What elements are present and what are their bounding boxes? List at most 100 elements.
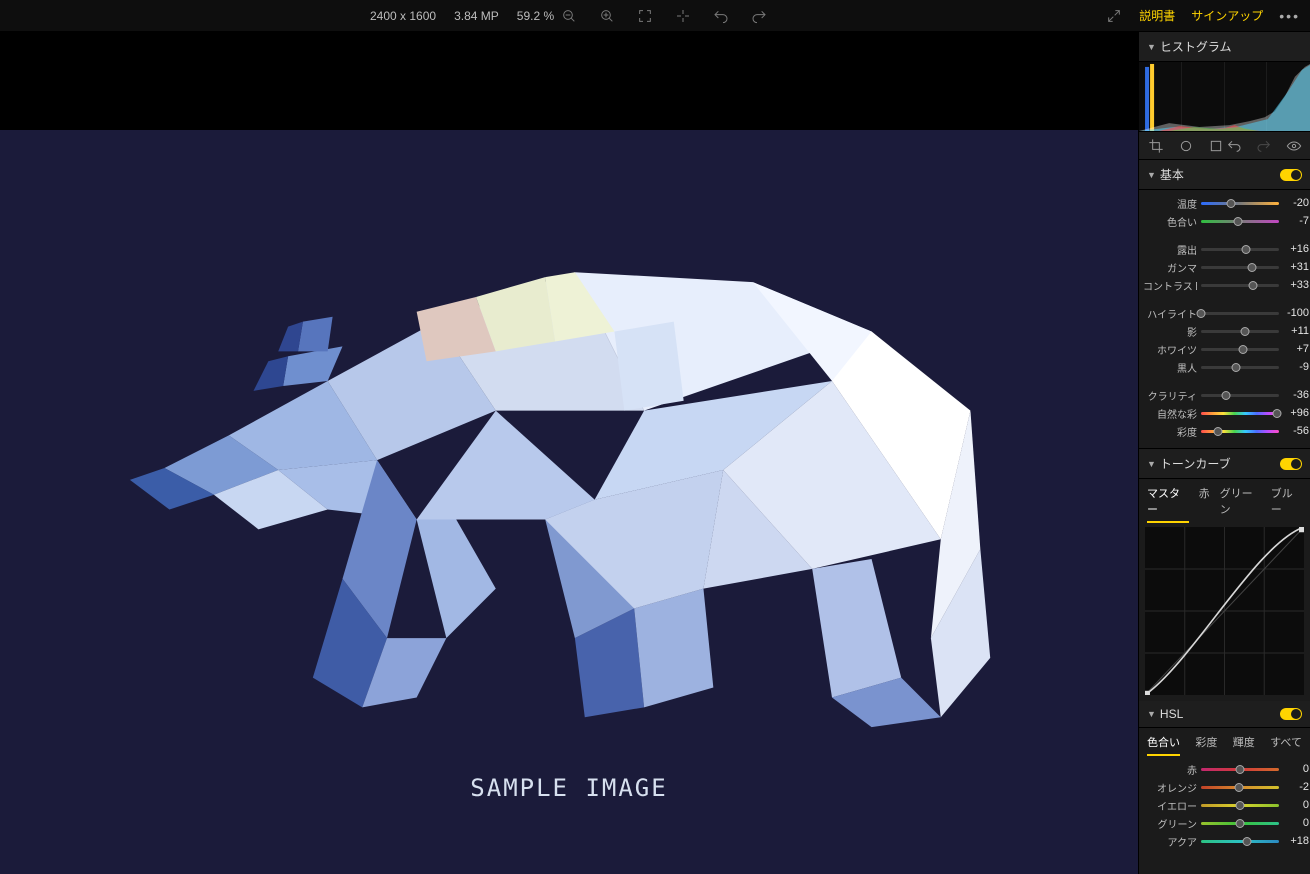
slider-track[interactable] xyxy=(1201,248,1279,251)
slider-knob[interactable] xyxy=(1236,819,1245,828)
slider-track[interactable] xyxy=(1201,266,1279,269)
slider-knob[interactable] xyxy=(1240,327,1249,336)
slider-knob[interactable] xyxy=(1273,409,1282,418)
slider-track[interactable] xyxy=(1201,348,1279,351)
canvas-top-spacer xyxy=(0,32,1138,130)
slider-knob[interactable] xyxy=(1232,363,1241,372)
canvas-image[interactable]: SAMPLE IMAGE xyxy=(0,130,1138,874)
top-toolbar: 2400 x 1600 3.84 MP 59.2 % 説明書 サインアップ ••… xyxy=(0,0,1310,32)
slider-track[interactable] xyxy=(1201,312,1279,315)
slider-track[interactable] xyxy=(1201,768,1279,771)
slider-value: -7 xyxy=(1283,215,1310,227)
canvas-area[interactable]: SAMPLE IMAGE xyxy=(0,32,1138,874)
more-menu-icon[interactable]: ••• xyxy=(1279,8,1300,24)
slider-track[interactable] xyxy=(1201,412,1279,415)
slider-green: グリーン0 xyxy=(1143,814,1302,832)
rect-mask-icon[interactable] xyxy=(1207,137,1225,155)
hsl-tab-lum[interactable]: 輝度 xyxy=(1233,734,1255,756)
slider-label: 黒人 xyxy=(1143,360,1197,375)
slider-label: クラリティ xyxy=(1143,388,1197,403)
tone-curve-header[interactable]: ▼ トーンカーブ xyxy=(1139,449,1310,479)
fit-screen-icon[interactable] xyxy=(636,7,654,25)
slider-track[interactable] xyxy=(1201,220,1279,223)
slider-knob[interactable] xyxy=(1235,783,1244,792)
tone-curve-toggle[interactable] xyxy=(1280,458,1302,470)
slider-highlight: ハイライト-100 xyxy=(1143,304,1302,322)
histogram-chart[interactable] xyxy=(1139,62,1310,132)
tab-green[interactable]: グリーン xyxy=(1220,485,1261,523)
hsl-tab-sat[interactable]: 彩度 xyxy=(1195,734,1217,756)
slider-gamma: ガンマ+31 xyxy=(1143,258,1302,276)
slider-label: 色合い xyxy=(1143,214,1197,229)
slider-knob[interactable] xyxy=(1248,263,1257,272)
tab-red[interactable]: 赤 xyxy=(1199,485,1210,523)
tab-master[interactable]: マスター xyxy=(1147,485,1189,523)
tone-curve-graph[interactable] xyxy=(1145,527,1304,695)
manual-link[interactable]: 説明書 xyxy=(1139,7,1175,24)
slider-label: グリーン xyxy=(1143,816,1197,831)
image-dimensions: 2400 x 1600 xyxy=(370,9,436,23)
undo-icon[interactable] xyxy=(712,7,730,25)
tab-blue[interactable]: ブルー xyxy=(1271,485,1302,523)
side-panel: ▼ ヒストグラム xyxy=(1138,32,1310,874)
slider-track[interactable] xyxy=(1201,822,1279,825)
crop-icon[interactable] xyxy=(1147,137,1165,155)
ellipse-mask-icon[interactable] xyxy=(1177,137,1195,155)
histogram-title: ヒストグラム xyxy=(1160,38,1232,55)
slider-label: コントラスト xyxy=(1143,278,1197,293)
hsl-toggle[interactable] xyxy=(1280,708,1302,720)
slider-aqua: アクア+18 xyxy=(1143,832,1302,850)
expand-icon[interactable] xyxy=(1105,7,1123,25)
slider-track[interactable] xyxy=(1201,394,1279,397)
redo-icon[interactable] xyxy=(750,7,768,25)
slider-track[interactable] xyxy=(1201,804,1279,807)
slider-whites: ホワイツ+7 xyxy=(1143,340,1302,358)
histogram-header[interactable]: ▼ ヒストグラム xyxy=(1139,32,1310,62)
slider-track[interactable] xyxy=(1201,366,1279,369)
hsl-tab-hue[interactable]: 色合い xyxy=(1147,734,1180,756)
slider-knob[interactable] xyxy=(1239,345,1248,354)
slider-knob[interactable] xyxy=(1233,217,1242,226)
zoom-out-icon[interactable] xyxy=(560,7,578,25)
slider-vibrance: 自然な彩+96 xyxy=(1143,404,1302,422)
slider-value: -100 xyxy=(1283,307,1310,319)
slider-value: -9 xyxy=(1283,361,1310,373)
slider-knob[interactable] xyxy=(1236,765,1245,774)
slider-track[interactable] xyxy=(1201,284,1279,287)
slider-track[interactable] xyxy=(1201,430,1279,433)
slider-value: 0 xyxy=(1283,763,1310,775)
zoom-in-icon[interactable] xyxy=(598,7,616,25)
slider-knob[interactable] xyxy=(1226,199,1235,208)
slider-knob[interactable] xyxy=(1214,427,1223,436)
toolbar-right: 説明書 サインアップ ••• xyxy=(1105,7,1300,25)
hsl-tab-all[interactable]: すべて xyxy=(1270,734,1302,756)
slider-label: オレンジ xyxy=(1143,780,1197,795)
slider-value: +31 xyxy=(1283,261,1310,273)
slider-knob[interactable] xyxy=(1243,837,1252,846)
signup-link[interactable]: サインアップ xyxy=(1191,7,1263,24)
undo-panel-icon[interactable] xyxy=(1225,137,1243,155)
preview-eye-icon[interactable] xyxy=(1285,137,1303,155)
slider-yellow: イエロー0 xyxy=(1143,796,1302,814)
slider-track[interactable] xyxy=(1201,786,1279,789)
slider-knob[interactable] xyxy=(1197,309,1206,318)
slider-knob[interactable] xyxy=(1221,391,1230,400)
slider-saturation: 彩度-56 xyxy=(1143,422,1302,440)
hsl-header[interactable]: ▼ HSL xyxy=(1139,701,1310,728)
center-icon[interactable] xyxy=(674,7,692,25)
slider-track[interactable] xyxy=(1201,202,1279,205)
tone-curve-tabs: マスター 赤 グリーン ブルー xyxy=(1139,479,1310,523)
basic-title: 基本 xyxy=(1160,166,1184,183)
slider-value: -20 xyxy=(1283,197,1310,209)
slider-track[interactable] xyxy=(1201,840,1279,843)
slider-knob[interactable] xyxy=(1249,281,1258,290)
sample-label: SAMPLE IMAGE xyxy=(470,774,667,802)
basic-header[interactable]: ▼ 基本 xyxy=(1139,160,1310,190)
slider-temperature: 温度-20 xyxy=(1143,194,1302,212)
basic-toggle[interactable] xyxy=(1280,169,1302,181)
image-zoom: 59.2 % xyxy=(517,9,554,23)
slider-knob[interactable] xyxy=(1236,801,1245,810)
redo-panel-icon[interactable] xyxy=(1255,137,1273,155)
slider-knob[interactable] xyxy=(1242,245,1251,254)
slider-track[interactable] xyxy=(1201,330,1279,333)
